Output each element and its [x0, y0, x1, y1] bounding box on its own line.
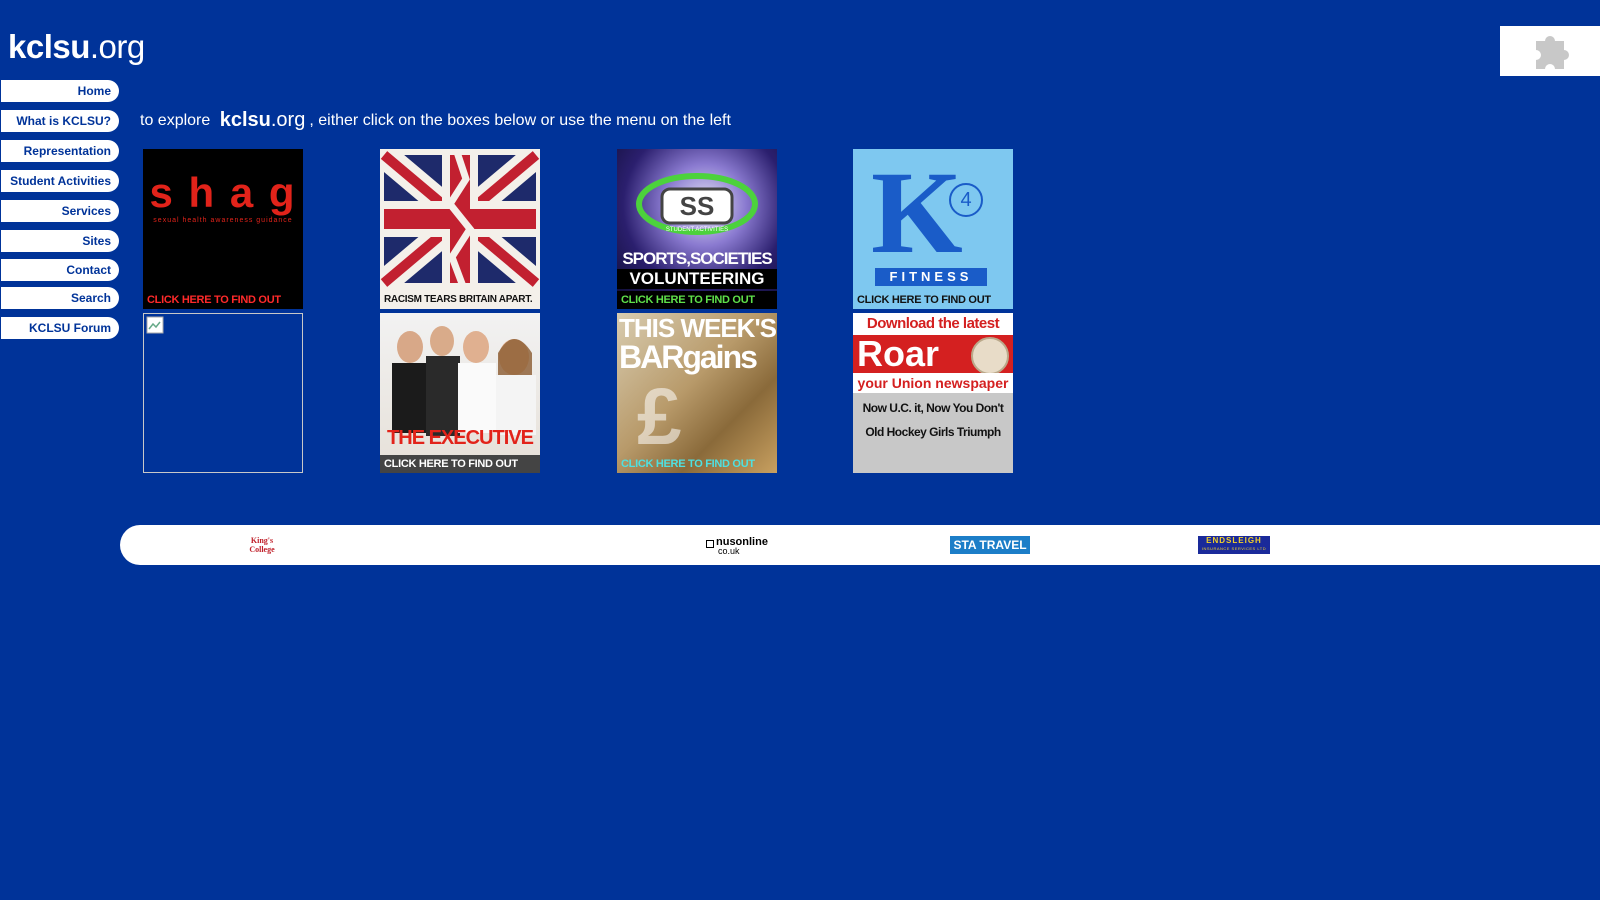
- roar-sub: your Union newspaper: [853, 373, 1013, 393]
- shag-title: s h a g: [149, 169, 297, 216]
- racism-tile[interactable]: RACISM TEARS BRITAIN APART.: [380, 149, 540, 309]
- menu-home[interactable]: Home: [1, 80, 119, 102]
- menu-sites[interactable]: Sites: [1, 230, 119, 252]
- logo-bold: kclsu: [8, 28, 90, 65]
- ss-logo-icon: SS: [636, 173, 758, 235]
- fitness-number: 4: [949, 183, 983, 217]
- intro-prefix: to explore: [140, 112, 211, 129]
- sponsor-bar: King's College nusonline co.uk STA TRAVE…: [120, 525, 1600, 565]
- site-logo[interactable]: kclsu.org: [8, 28, 145, 66]
- intro-brand-rest: .org: [270, 109, 306, 131]
- menu-student-activities[interactable]: Student Activities: [1, 170, 119, 192]
- shag-cta: CLICK HERE TO FIND OUT MORE: [143, 291, 303, 309]
- nusonline-domain: co.uk: [718, 546, 740, 556]
- plugin-placeholder[interactable]: [1500, 26, 1600, 76]
- kings-college-logo[interactable]: King's College: [241, 536, 283, 554]
- intro-suffix: , either click on the boxes below or use…: [309, 112, 731, 129]
- menu-services[interactable]: Services: [1, 200, 119, 222]
- sports-tile[interactable]: SS STUDENT ACTIVITIES SPORTS,SOCIETIES V…: [617, 149, 777, 309]
- menu-contact[interactable]: Contact: [1, 259, 119, 281]
- lion-icon: [971, 337, 1009, 375]
- broken-image-icon: [146, 316, 164, 334]
- sta-travel-text: STA TRAVEL: [953, 538, 1027, 552]
- fitness-tile[interactable]: K 4 FITNESS CLICK HERE TO FIND OUT MORE: [853, 149, 1013, 309]
- puzzle-piece-icon: [1536, 36, 1569, 69]
- executive-cta: CLICK HERE TO FIND OUT MORE: [380, 455, 540, 473]
- broken-image-tile[interactable]: [143, 313, 303, 473]
- endsleigh-logo[interactable]: ENDSLEIGH INSURANCE SERVICES LTD: [1198, 536, 1270, 554]
- shag-subtitle: sexual health awareness guidance: [153, 217, 293, 224]
- logo-rest: .org: [89, 28, 145, 65]
- roar-headline2: Old Hockey Girls Triumph: [865, 425, 1001, 439]
- intro-brand-bold: kclsu: [219, 109, 271, 131]
- menu-search[interactable]: Search: [1, 287, 119, 309]
- roar-headline1: Now U.C. it, Now You Don't: [862, 401, 1004, 415]
- svg-text:SS: SS: [680, 191, 715, 221]
- sta-travel-logo[interactable]: STA TRAVEL: [950, 536, 1030, 554]
- sports-line2: VOLUNTEERING: [617, 269, 777, 289]
- endsleigh-text: ENDSLEIGH: [1206, 536, 1262, 545]
- menu-what-is-kclsu[interactable]: What is KCLSU?: [1, 110, 119, 132]
- bargains-symbol: £: [637, 372, 682, 461]
- intro-text: to explore kclsu.org, either click on th…: [140, 109, 731, 132]
- kings-college-text: King's College: [249, 536, 275, 554]
- menu-representation[interactable]: Representation: [1, 140, 119, 162]
- sports-badge: STUDENT ACTIVITIES: [665, 227, 729, 233]
- executive-tile[interactable]: THE EXECUTIVE CLICK HERE TO FIND OUT MOR…: [380, 313, 540, 473]
- menu-kclsu-forum[interactable]: KCLSU Forum: [1, 317, 119, 339]
- intro-brand: kclsu.org: [220, 109, 306, 131]
- executive-title: THE EXECUTIVE: [387, 427, 534, 449]
- fitness-cta: CLICK HERE TO FIND OUT MORE: [853, 291, 1013, 309]
- sports-line1: SPORTS,SOCIETIES: [622, 249, 772, 268]
- sports-cta: CLICK HERE TO FIND OUT MORE: [617, 291, 777, 309]
- bargains-cta: CLICK HERE TO FIND OUT MORE: [621, 458, 755, 470]
- union-flag-image: [380, 149, 540, 289]
- fitness-letter: K: [871, 149, 963, 278]
- endsleigh-subtext: INSURANCE SERVICES LTD: [1201, 546, 1267, 551]
- nus-mark-icon: [706, 540, 714, 548]
- fitness-number-text: 4: [960, 189, 972, 211]
- roar-top: Download the latest: [853, 313, 1013, 335]
- nusonline-logo[interactable]: nusonline co.uk: [706, 536, 790, 556]
- roar-name: Roar: [857, 333, 940, 374]
- shag-tile[interactable]: s h a g sexual health awareness guidance…: [143, 149, 303, 309]
- roar-tile[interactable]: Download the latest Roar your Union news…: [853, 313, 1013, 473]
- roar-banner: Roar: [853, 333, 1013, 375]
- bargains-tile[interactable]: THIS WEEK'S BARgains £ CLICK HERE TO FIN…: [617, 313, 777, 473]
- racism-caption: RACISM TEARS BRITAIN APART.: [380, 291, 540, 309]
- fitness-word: FITNESS: [875, 268, 987, 286]
